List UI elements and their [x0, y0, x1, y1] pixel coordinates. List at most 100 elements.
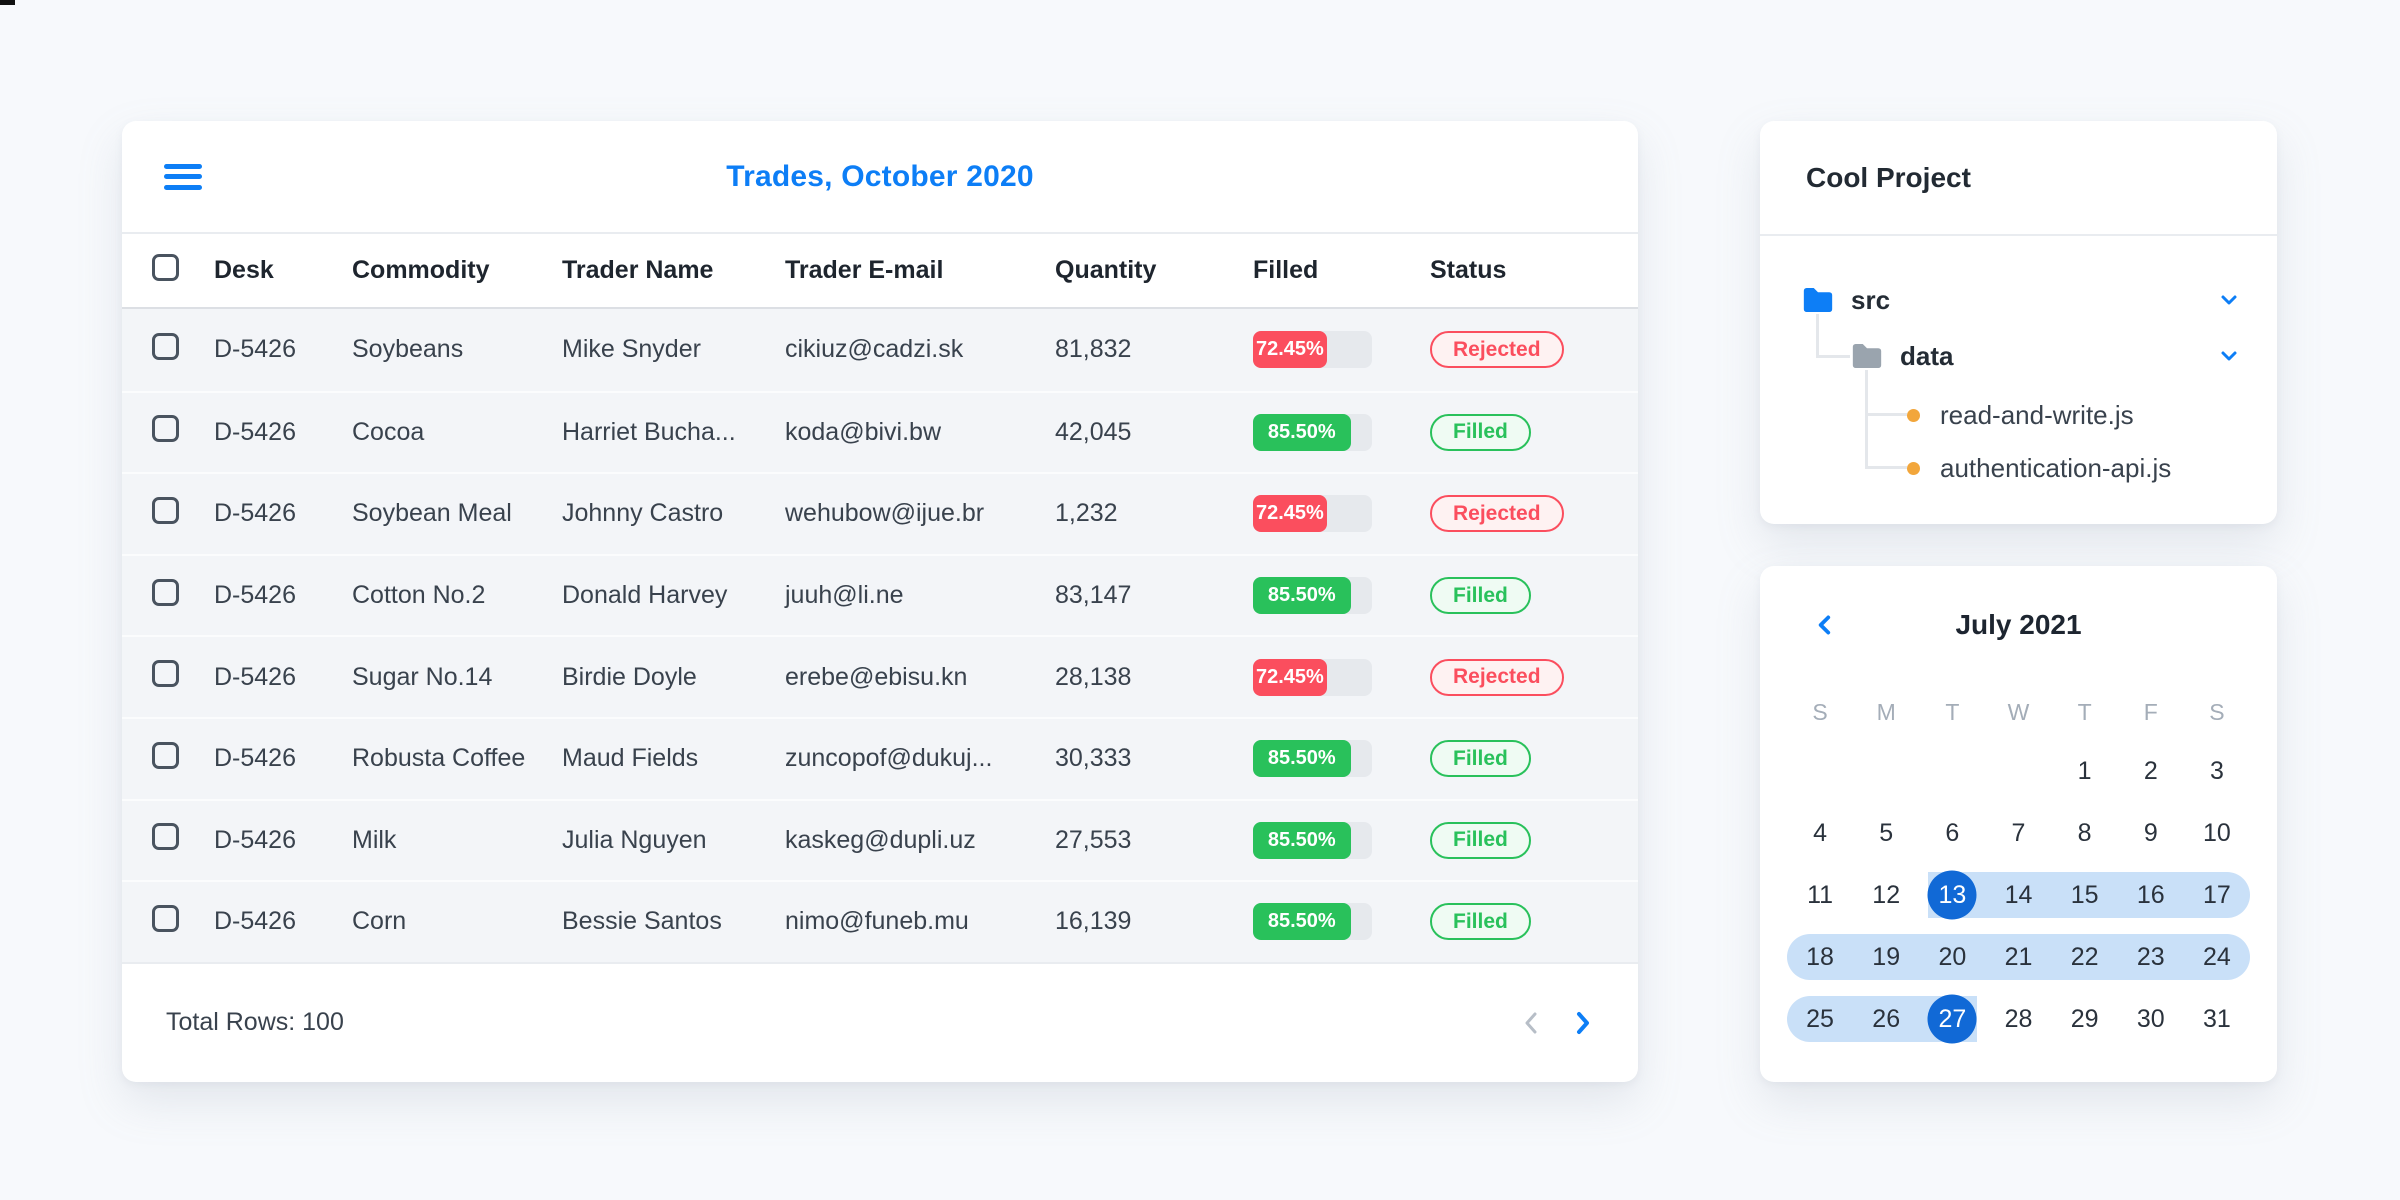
column-header-filled: Filled	[1253, 256, 1319, 284]
day-cell[interactable]: 14	[1985, 864, 2051, 926]
row-checkbox[interactable]	[152, 660, 179, 688]
tree-connector	[1865, 370, 1907, 469]
filled-progress-bar: 85.50%	[1253, 413, 1372, 451]
day-cell[interactable]: 31	[2184, 988, 2250, 1050]
day-cell[interactable]: 22	[2052, 926, 2118, 988]
trades-card: Trades, October 2020 Desk Commodity Trad…	[122, 121, 1638, 1082]
cell-commodity: Sugar No.14	[352, 662, 493, 691]
day-cell[interactable]: 19	[1853, 926, 1919, 988]
prev-page-icon[interactable]	[1520, 1008, 1542, 1038]
row-checkbox[interactable]	[152, 496, 179, 524]
row-checkbox[interactable]	[152, 415, 179, 443]
table-row[interactable]: D-5426 Sugar No.14 Birdie Doyle erebe@eb…	[122, 635, 1638, 717]
cell-trader: Donald Harvey	[562, 581, 728, 610]
table-row[interactable]: D-5426 Soybean Meal Johnny Castro wehubo…	[122, 472, 1638, 554]
filled-progress-bar: 85.50%	[1253, 577, 1372, 615]
status-badge: Filled	[1430, 413, 1531, 451]
day-cell[interactable]: 15	[2052, 864, 2118, 926]
cell-trader: Mike Snyder	[562, 335, 701, 364]
chevron-down-icon[interactable]	[2217, 288, 2241, 312]
day-cell[interactable]: 8	[2052, 802, 2118, 864]
calendar-week: 25 26 27 28 29 30 31	[1787, 988, 2250, 1050]
cell-desk: D-5426	[214, 662, 296, 691]
column-header-status: Status	[1430, 256, 1507, 284]
day-cell[interactable]: 30	[2118, 988, 2184, 1050]
row-checkbox[interactable]	[152, 904, 179, 932]
weekday-label: S	[2209, 698, 2225, 725]
chevron-down-icon[interactable]	[2217, 344, 2241, 368]
day-cell[interactable]: 1	[2052, 740, 2118, 802]
folder-icon	[1852, 343, 1882, 369]
column-header-email: Trader E-mail	[785, 256, 944, 284]
day-cell[interactable]: 2	[2118, 740, 2184, 802]
weekday-label: W	[2007, 698, 2030, 725]
folder-label: src	[1851, 284, 1891, 315]
row-checkbox[interactable]	[152, 741, 179, 769]
day-cell[interactable]: 17	[2184, 864, 2250, 926]
weekday-row: S M T W T F S	[1787, 684, 2250, 740]
day-cell[interactable]: 26	[1853, 988, 1919, 1050]
filled-progress-bar: 85.50%	[1253, 821, 1372, 859]
weekday-label: M	[1876, 698, 1896, 725]
calendar-header: July 2021	[1760, 566, 2277, 684]
day-cell[interactable]: 18	[1787, 926, 1853, 988]
calendar-week: 1 2 3	[1787, 740, 2250, 802]
table-row[interactable]: D-5426 Robusta Coffee Maud Fields zuncop…	[122, 716, 1638, 799]
cell-commodity: Soybeans	[352, 335, 464, 364]
cell-trader: Birdie Doyle	[562, 662, 697, 691]
row-checkbox[interactable]	[152, 332, 179, 360]
cell-email: wehubow@ijue.br	[785, 499, 985, 528]
screen-corner-artifact	[0, 0, 15, 5]
status-badge: Filled	[1430, 821, 1531, 859]
day-cell[interactable]: 12	[1853, 864, 1919, 926]
cell-quantity: 42,045	[1055, 417, 1132, 446]
day-cell-range-end[interactable]: 27	[1919, 988, 1985, 1050]
table-row[interactable]: D-5426 Cocoa Harriet Bucha... koda@bivi.…	[122, 390, 1638, 473]
select-all-checkbox[interactable]	[152, 253, 179, 281]
status-badge: Rejected	[1430, 658, 1564, 696]
day-cell[interactable]: 21	[1985, 926, 2051, 988]
day-cell[interactable]: 7	[1985, 802, 2051, 864]
cell-desk: D-5426	[214, 581, 296, 610]
row-checkbox[interactable]	[152, 823, 179, 851]
table-row[interactable]: D-5426 Milk Julia Nguyen kaskeg@dupli.uz…	[122, 798, 1638, 881]
day-cell[interactable]: 4	[1787, 802, 1853, 864]
day-cell[interactable]: 3	[2184, 740, 2250, 802]
table-header-row: Desk Commodity Trader Name Trader E-mail…	[122, 234, 1638, 309]
cell-email: zuncopof@dukuj...	[785, 744, 993, 773]
day-cell[interactable]: 29	[2052, 988, 2118, 1050]
file-dot-icon	[1907, 461, 1920, 475]
tree-node-src[interactable]: src	[1801, 282, 1890, 318]
folder-label: data	[1900, 340, 1954, 371]
tree-node-file[interactable]: authentication-api.js	[1907, 450, 2171, 486]
day-cell-range-start[interactable]: 13	[1919, 864, 1985, 926]
calendar-week: 4 5 6 7 8 9 10	[1787, 802, 2250, 864]
table-row[interactable]: D-5426 Corn Bessie Santos nimo@funeb.mu …	[122, 880, 1638, 962]
table-row[interactable]: D-5426 Soybeans Mike Snyder cikiuz@cadzi…	[122, 309, 1638, 391]
tree-node-file[interactable]: read-and-write.js	[1907, 397, 2134, 433]
day-cell[interactable]: 11	[1787, 864, 1853, 926]
day-cell[interactable]: 10	[2184, 802, 2250, 864]
weekday-label: T	[1945, 698, 1960, 725]
cell-commodity: Corn	[352, 907, 407, 936]
file-tree-title: Cool Project	[1760, 121, 2277, 236]
prev-month-icon[interactable]	[1812, 612, 1838, 638]
day-cell[interactable]: 23	[2118, 926, 2184, 988]
day-cell[interactable]: 28	[1985, 988, 2051, 1050]
day-cell[interactable]: 6	[1919, 802, 1985, 864]
next-page-icon[interactable]	[1572, 1008, 1594, 1038]
folder-icon	[1803, 287, 1833, 313]
day-cell[interactable]: 25	[1787, 988, 1853, 1050]
table-row[interactable]: D-5426 Cotton No.2 Donald Harvey juuh@li…	[122, 553, 1638, 636]
day-cell[interactable]: 5	[1853, 802, 1919, 864]
filled-progress-bar: 72.45%	[1253, 495, 1372, 533]
total-rows-label: Total Rows: 100	[166, 1008, 344, 1037]
day-cell[interactable]: 9	[2118, 802, 2184, 864]
cell-quantity: 1,232	[1055, 499, 1118, 528]
row-checkbox[interactable]	[152, 578, 179, 606]
day-cell[interactable]: 16	[2118, 864, 2184, 926]
cell-commodity: Cocoa	[352, 417, 425, 446]
day-cell[interactable]: 20	[1919, 926, 1985, 988]
day-cell[interactable]: 24	[2184, 926, 2250, 988]
tree-node-data[interactable]: data	[1850, 338, 1953, 374]
